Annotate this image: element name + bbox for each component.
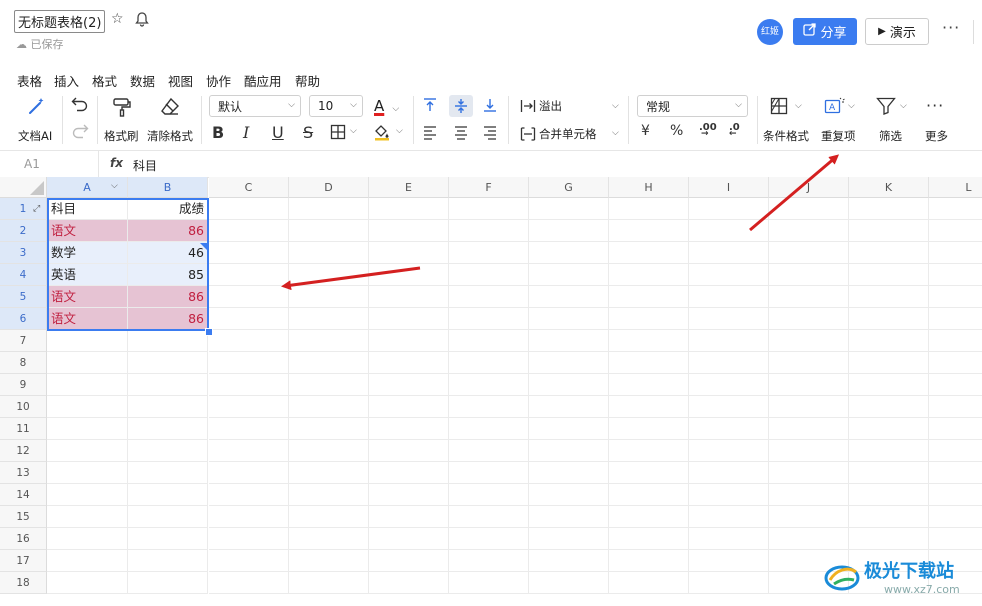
- watermark-logo-icon: [824, 565, 860, 591]
- watermark-name: 极光下载站: [864, 561, 954, 582]
- arrow-to-duplicates-button: [749, 154, 840, 232]
- arrow-to-duplicates-range: [281, 266, 421, 291]
- annotation-arrows: [281, 154, 840, 291]
- watermark-logo: [822, 556, 862, 600]
- watermark-url: www.xz7.com: [884, 583, 960, 596]
